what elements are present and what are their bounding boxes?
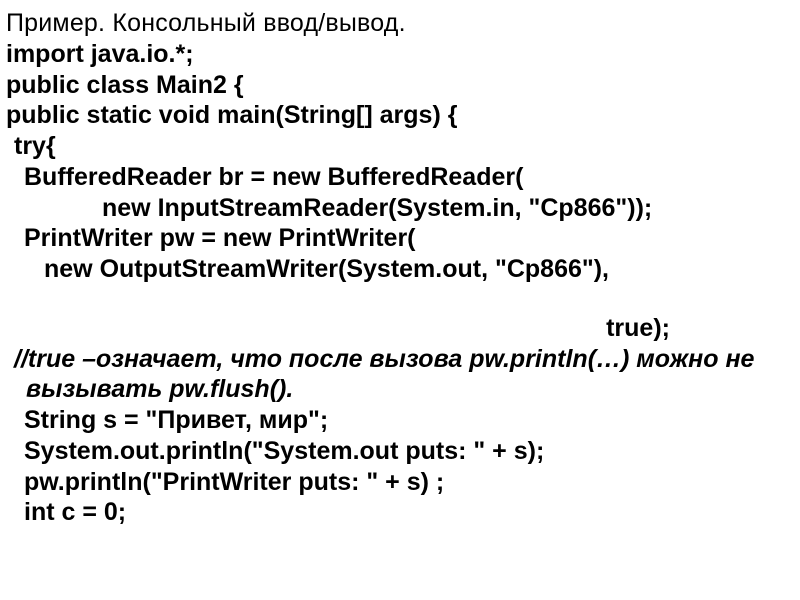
code-line: import java.io.*; bbox=[6, 39, 790, 70]
code-comment: //true –означает, что после вызова pw.pr… bbox=[6, 344, 790, 406]
code-line: try{ bbox=[6, 131, 790, 162]
slide-content: Пример. Консольный ввод/вывод. import ja… bbox=[0, 0, 800, 538]
code-line: new InputStreamReader(System.in, "Cp866"… bbox=[6, 193, 790, 224]
code-line: PrintWriter pw = new PrintWriter( bbox=[6, 223, 790, 254]
code-line: BufferedReader br = new BufferedReader( bbox=[6, 162, 790, 193]
code-line: pw.println("PrintWriter puts: " + s) ; bbox=[6, 467, 790, 498]
code-line: System.out.println("System.out puts: " +… bbox=[6, 436, 790, 467]
blank-line bbox=[6, 285, 790, 313]
code-line: new OutputStreamWriter(System.out, "Cp86… bbox=[6, 254, 790, 285]
slide-title: Пример. Консольный ввод/вывод. bbox=[6, 8, 790, 39]
code-line: String s = "Привет, мир"; bbox=[6, 405, 790, 436]
code-line: int c = 0; bbox=[6, 497, 790, 528]
code-line: public static void main(String[] args) { bbox=[6, 100, 790, 131]
code-line: true); bbox=[6, 313, 790, 344]
code-line: public class Main2 { bbox=[6, 70, 790, 101]
